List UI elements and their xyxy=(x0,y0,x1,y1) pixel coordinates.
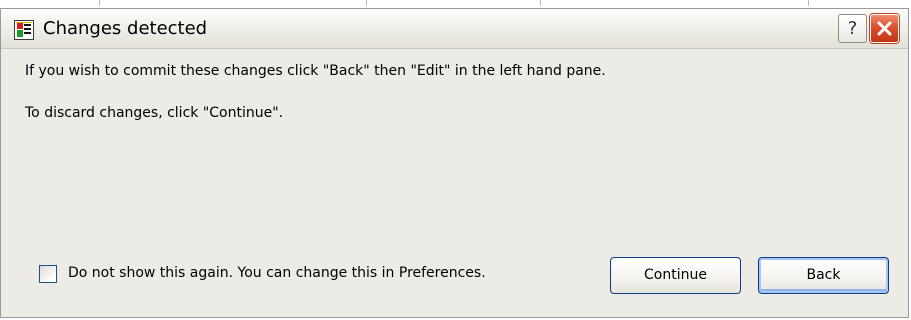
background-divider xyxy=(808,0,809,6)
message-commit-instructions: If you wish to commit these changes clic… xyxy=(25,63,606,79)
background-window-strip xyxy=(0,0,911,8)
app-icon xyxy=(14,20,34,40)
help-button[interactable]: ? xyxy=(838,14,867,43)
dialog-titlebar[interactable]: Changes detected ? xyxy=(1,9,908,49)
close-button[interactable] xyxy=(870,14,899,43)
background-divider xyxy=(366,0,367,6)
background-divider xyxy=(540,0,541,6)
continue-button[interactable]: Continue xyxy=(610,257,741,294)
dont-show-again-label[interactable]: Do not show this again. You can change t… xyxy=(68,265,486,281)
dialog-title: Changes detected xyxy=(43,18,208,39)
background-divider xyxy=(99,0,100,6)
dont-show-again-checkbox[interactable] xyxy=(39,265,57,283)
back-button[interactable]: Back xyxy=(758,257,889,294)
changes-detected-dialog: Changes detected ? If you wish to commit… xyxy=(0,8,909,318)
message-discard-instructions: To discard changes, click "Continue". xyxy=(25,105,284,121)
